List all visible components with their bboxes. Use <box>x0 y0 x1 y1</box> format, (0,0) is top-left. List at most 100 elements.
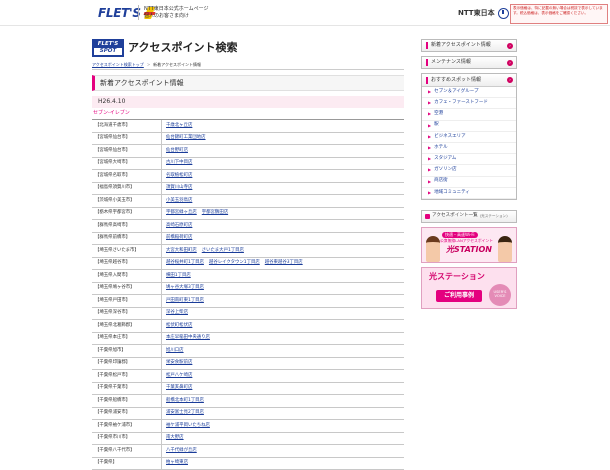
store-link[interactable]: 袖ケ浦平岡いたちね店 <box>166 424 210 428</box>
header-divider <box>138 5 139 20</box>
stores-cell: 小美玉羽鳥店 <box>162 199 192 203</box>
spot-item-link[interactable]: ホテル <box>434 146 448 151</box>
stores-cell: 鳩ヶ谷大塚3丁目店 <box>162 286 204 290</box>
store-link[interactable]: さいたま大戸1丁目店 <box>202 249 244 253</box>
store-link[interactable]: 名取植松町店 <box>166 174 192 178</box>
store-link[interactable]: 松戸八ケ崎店 <box>166 374 192 378</box>
spot-item[interactable]: ▶駅 <box>422 121 516 132</box>
table-row: 【千葉県松戸市】松戸八ケ崎店 <box>92 370 404 383</box>
store-link[interactable]: 松伏町松伏店 <box>166 324 192 328</box>
table-row: 【北海道千歳市】千歳北ヶ丘店 <box>92 120 404 133</box>
store-link[interactable]: 仙台野町店 <box>166 149 188 153</box>
prefecture-cell: 【群馬県高崎市】 <box>92 220 162 232</box>
spot-item-link[interactable]: ガソリン店 <box>434 168 457 173</box>
store-link[interactable]: 深谷上柴店 <box>166 311 188 315</box>
arrow-right-icon: ▶ <box>428 135 431 139</box>
sidebar-bar-icon <box>426 59 428 66</box>
stores-cell: 越谷桜井町1丁目店 越谷レイクタウン1丁目店 越谷東越谷3丁目店 <box>162 261 303 265</box>
store-link[interactable]: 栄安食駅前店 <box>166 361 192 365</box>
spot-item-link[interactable]: セブン＆アイグループ <box>434 90 478 95</box>
banner1-sub: 公衆無線LANアクセスポイント <box>440 239 493 243</box>
spot-item[interactable]: ▶商店街 <box>422 177 516 188</box>
spot-item-link[interactable]: 地域コミュニティ <box>434 191 470 196</box>
spot-item-link[interactable]: ビジネスエリア <box>434 135 466 140</box>
sidebar-bar-icon <box>426 77 428 84</box>
date-bar: H26.4.10 <box>92 96 404 108</box>
spot-item[interactable]: ▶地域コミュニティ <box>422 188 516 199</box>
store-link[interactable]: 千歳北ヶ丘店 <box>166 124 192 128</box>
store-link[interactable]: 越谷桜井町1丁目店 <box>166 261 204 265</box>
prefecture-cell: 【埼玉県戸田市】 <box>92 295 162 307</box>
store-link[interactable]: 船橋北本町1丁目店 <box>166 399 204 403</box>
sidebar-recommend-label: おすすめスポット情報 <box>431 78 481 83</box>
spot-item-link[interactable]: カフェ・ファーストフード <box>434 101 488 106</box>
spot-item-link[interactable]: 駅 <box>434 123 439 128</box>
stores-cell: 本庄早稲田中央通り店 <box>162 336 210 340</box>
ntt-east-logo[interactable]: NTT東日本 <box>458 8 509 19</box>
spot-item[interactable]: ▶ビジネスエリア <box>422 132 516 143</box>
recommend-spot-box: おすすめスポット情報 › ▶セブン＆アイグループ▶カフェ・ファーストフード▶空港… <box>421 73 517 200</box>
spot-item[interactable]: ▶ガソリン店 <box>422 165 516 176</box>
sidebar-new-ap-button[interactable]: 新着アクセスポイント情報 › <box>421 39 517 52</box>
spot-item-link[interactable]: 商店街 <box>434 179 448 184</box>
store-link[interactable]: 千葉亥鼻町店 <box>166 386 192 390</box>
store-link[interactable]: 八千代緑が丘店 <box>166 449 197 453</box>
store-link[interactable]: 宇都宮鶴田店 <box>202 211 228 215</box>
spot-item[interactable]: ▶空港 <box>422 109 516 120</box>
hikari-station-banner[interactable]: 快適・高速Wi-Fi 公衆無線LANアクセスポイント 光STATION <box>421 227 517 263</box>
store-link[interactable]: 前橋稲荷町店 <box>166 236 192 240</box>
store-link[interactable]: 宇都宮緑ヶ丘店 <box>166 211 197 215</box>
sidebar-recommend-button[interactable]: おすすめスポット情報 › <box>422 74 516 87</box>
ap-list-header[interactable]: アクセスポイント一覧 (光ステーション) <box>421 210 517 223</box>
prefecture-cell: 【千葉県旭市】 <box>92 345 162 357</box>
store-link[interactable]: 古川下中目店 <box>166 161 192 165</box>
store-link[interactable]: 戸田南町東1丁目店 <box>166 299 204 303</box>
prefecture-cell: 【宮城県仙台市】 <box>92 133 162 145</box>
spot-item[interactable]: ▶スタジアム <box>422 154 516 165</box>
person-illustration-icon <box>426 236 440 262</box>
store-link[interactable]: 旭川口店 <box>166 349 184 353</box>
store-link[interactable]: 横田1丁目店 <box>166 274 191 278</box>
title-divider <box>92 69 404 70</box>
banner2-sub: ご利用事例 <box>436 290 482 302</box>
spot-item[interactable]: ▶ホテル <box>422 143 516 154</box>
spot-logo-line1: FLET'S <box>92 40 124 48</box>
table-row: 【茨城県小美玉市】小美玉羽鳥店 <box>92 195 404 208</box>
prefecture-cell: 【茨城県小美玉市】 <box>92 195 162 207</box>
store-table: 【北海道千歳市】千歳北ヶ丘店【宮城県仙台市】仙台錦町工業団地店【宮城県仙台市】仙… <box>92 119 404 470</box>
breadcrumb-home-link[interactable]: アクセスポイント検索トップ <box>92 63 144 67</box>
flets-spot-logo: FLET'S SPOT <box>92 39 124 57</box>
prefecture-cell: 【埼玉県入間市】 <box>92 270 162 282</box>
table-row: 【千葉県浦安市】浦安富士見2丁目店 <box>92 408 404 421</box>
store-link[interactable]: 仙台錦町工業団地店 <box>166 136 206 140</box>
header-line2: 個人のお客さま向け <box>144 13 209 20</box>
store-link[interactable]: 南大野店 <box>166 436 184 440</box>
table-row: 【埼玉県戸田市】戸田南町東1丁目店 <box>92 295 404 308</box>
header-tagline: NTT東日本公式ホームページ 個人のお客さま向け <box>144 6 209 20</box>
store-link[interactable]: 越谷東越谷3丁目店 <box>265 261 303 265</box>
prefecture-cell: 【千葉県浦安市】 <box>92 408 162 420</box>
spot-item[interactable]: ▶カフェ・ファーストフード <box>422 98 516 109</box>
sidebar-bar-icon <box>426 42 428 49</box>
store-link[interactable]: 須賀川山寺店 <box>166 186 192 190</box>
store-link[interactable]: 鳩ヶ谷大塚3丁目店 <box>166 286 204 290</box>
spot-item[interactable]: ▶セブン＆アイグループ <box>422 87 516 98</box>
prefecture-cell: 【埼玉県さいたま市】 <box>92 245 162 257</box>
store-link[interactable]: 越谷レイクタウン1丁目店 <box>209 261 260 265</box>
store-link[interactable]: 本庄早稲田中央通り店 <box>166 336 210 340</box>
prefecture-cell: 【福島県須賀川市】 <box>92 183 162 195</box>
stores-cell: 南大野店 <box>162 436 184 440</box>
store-link[interactable]: 大宮大和田町店 <box>166 249 197 253</box>
spot-item-link[interactable]: スタジアム <box>434 157 456 162</box>
stores-cell: 名取植松町店 <box>162 174 192 178</box>
usage-case-banner[interactable]: 光ステーション ご利用事例 USER'S VOICE <box>421 267 517 309</box>
store-link[interactable]: 浦安富士見2丁目店 <box>166 411 204 415</box>
prefecture-cell: 【埼玉県越谷市】 <box>92 258 162 270</box>
store-link[interactable]: 柏ヶ崎東店 <box>166 461 188 465</box>
store-link[interactable]: 高崎石原町店 <box>166 224 192 228</box>
store-link[interactable]: 小美玉羽鳥店 <box>166 199 192 203</box>
prefecture-cell: 【宮城県大崎市】 <box>92 158 162 170</box>
sidebar-maintenance-button[interactable]: メンテナンス情報 › <box>421 56 517 69</box>
table-row: 【栃木県宇都宮市】宇都宮緑ヶ丘店宇都宮鶴田店 <box>92 208 404 221</box>
spot-item-link[interactable]: 空港 <box>434 112 443 117</box>
